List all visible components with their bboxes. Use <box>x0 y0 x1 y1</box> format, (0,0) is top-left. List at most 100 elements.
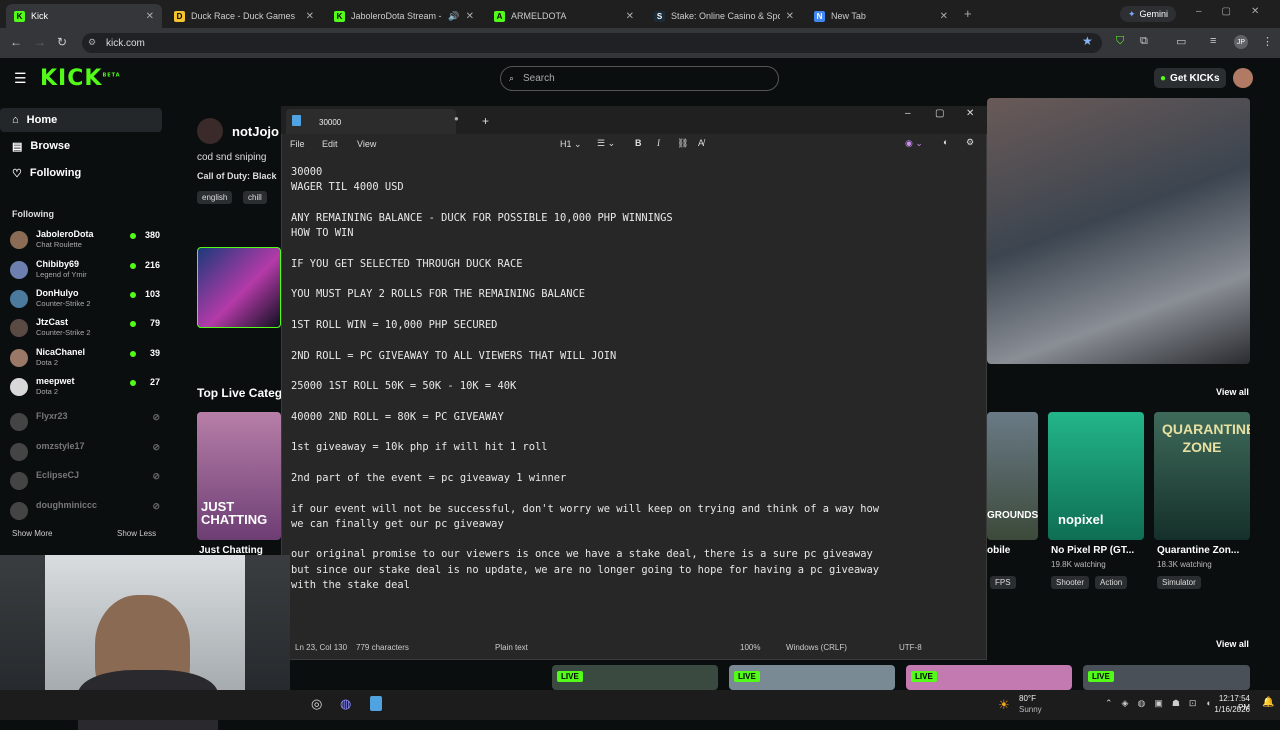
following-item[interactable]: JtzCast Counter-Strike 2 79 <box>10 317 160 345</box>
maximize-icon[interactable]: ▢ <box>935 108 944 119</box>
close-icon[interactable]: ✕ <box>940 11 948 22</box>
tag-badge[interactable]: chill <box>243 191 267 204</box>
close-icon[interactable]: ✕ <box>626 11 634 22</box>
notepad-tab[interactable] <box>286 109 456 134</box>
notepad-taskbar-icon[interactable] <box>370 696 382 711</box>
stream-thumbnail[interactable]: LIVE <box>552 665 718 690</box>
tag-badge[interactable]: english <box>197 191 233 204</box>
sidebar-item-home[interactable]: ⌂ Home <box>0 108 162 132</box>
sidebar-item-following[interactable]: ♡ Following <box>0 163 170 183</box>
extensions-icon[interactable]: ⧉ <box>1140 35 1148 48</box>
tag-badge[interactable]: Action <box>1095 576 1128 589</box>
chrome-taskbar-icon[interactable]: ◎ <box>311 696 322 712</box>
minimize-icon[interactable]: – <box>905 108 911 119</box>
search-input[interactable]: ⌕ Search <box>500 66 779 91</box>
stream-thumbnail[interactable]: LIVE <box>729 665 895 690</box>
account-icon[interactable]: ◐ <box>943 137 948 147</box>
category-name[interactable]: obile <box>987 545 1010 556</box>
close-icon[interactable]: ✕ <box>466 11 474 22</box>
following-item[interactable]: DonHulyo Counter-Strike 2 103 <box>10 288 160 316</box>
menu-edit[interactable]: Edit <box>322 139 338 149</box>
category-name[interactable]: No Pixel RP (GT... <box>1051 545 1134 556</box>
profile-avatar[interactable]: JP <box>1234 35 1248 49</box>
unsaved-dot-icon[interactable]: ● <box>454 114 459 123</box>
reload-icon[interactable]: ↻ <box>57 35 67 49</box>
list-icon[interactable]: ☰ ⌄ <box>597 138 615 149</box>
following-item[interactable]: JaboleroDota Chat Roulette 380 <box>10 229 160 257</box>
category-cover[interactable]: nopixel <box>1048 412 1144 540</box>
close-icon[interactable]: ✕ <box>966 108 974 119</box>
close-icon[interactable]: ✕ <box>786 11 794 22</box>
user-avatar[interactable] <box>1233 68 1253 88</box>
following-item[interactable]: Flyxr23 ⊘ <box>10 411 160 439</box>
category-cover[interactable]: QUARANTINE ZONE <box>1154 412 1250 540</box>
view-all-button[interactable]: View all <box>1216 639 1249 649</box>
text-format[interactable]: Plain text <box>495 643 528 652</box>
line-ending[interactable]: Windows (CRLF) <box>786 643 847 652</box>
bookmark-star-icon[interactable]: ★ <box>1082 34 1093 48</box>
following-item[interactable]: meepwet Dota 2 27 <box>10 376 160 404</box>
tag-badge[interactable]: Simulator <box>1157 576 1201 589</box>
view-all-button[interactable]: View all <box>1216 387 1249 397</box>
tag-badge[interactable]: Shooter <box>1051 576 1090 589</box>
heading-dropdown[interactable]: H1 ⌄ <box>560 139 582 150</box>
following-item[interactable]: Chibiby69 Legend of Ymir 216 <box>10 259 160 287</box>
tab-kick[interactable]: K Kick ✕ <box>6 4 162 28</box>
category-cover[interactable]: JUST CHATTING <box>197 412 281 540</box>
following-item[interactable]: omzstyle17 ⊘ <box>10 441 160 469</box>
window-controls[interactable]: –▢✕ <box>1196 6 1279 17</box>
settings-gear-icon[interactable]: ⚙ <box>966 137 974 148</box>
category-cover[interactable]: GROUNDS <box>987 412 1038 540</box>
clear-formatting-icon[interactable]: A̸ <box>698 138 704 148</box>
cast-icon[interactable]: ▭ <box>1176 35 1186 48</box>
speaker-icon[interactable]: 🔊 <box>448 11 459 22</box>
close-icon[interactable]: ✕ <box>306 11 314 22</box>
notepad-text-editor[interactable]: 30000 WAGER TIL 4000 USD ANY REMAINING BA… <box>291 165 983 593</box>
featured-stream-video[interactable] <box>987 98 1250 364</box>
new-tab-icon[interactable]: + <box>482 114 489 128</box>
encoding[interactable]: UTF-8 <box>899 643 922 652</box>
clock-date[interactable]: 1/16/2026 <box>1207 705 1250 714</box>
sidebar-item-browse[interactable]: ▤ Browse <box>0 136 170 156</box>
menu-icon[interactable]: ⋮ <box>1262 35 1273 48</box>
bold-icon[interactable]: B <box>635 138 642 148</box>
featured-category[interactable]: Call of Duty: Black <box>197 171 277 181</box>
site-info-icon[interactable]: ⚙ <box>88 37 96 48</box>
zoom-level[interactable]: 100% <box>740 643 760 652</box>
tab-jabolero[interactable]: K JaboleroDota Stream - Wat 🔊 ✕ <box>326 4 482 28</box>
hamburger-menu-icon[interactable]: ☰ <box>14 70 27 87</box>
italic-icon[interactable]: I <box>657 138 660 148</box>
url-field[interactable]: kick.com <box>82 33 1102 53</box>
new-tab-icon[interactable]: + <box>964 6 972 21</box>
kick-logo[interactable]: KICKBETA <box>40 66 121 91</box>
discord-taskbar-icon[interactable]: ◍ <box>340 696 351 712</box>
close-icon[interactable]: ✕ <box>146 11 154 22</box>
forward-icon[interactable]: → <box>34 35 46 49</box>
menu-view[interactable]: View <box>357 139 376 149</box>
tab-new-tab[interactable]: N New Tab ✕ <box>806 4 956 28</box>
copilot-icon[interactable]: ◉ ⌄ <box>905 138 923 149</box>
featured-channel-name[interactable]: notJojo <box>232 124 279 139</box>
following-item[interactable]: EclipseCJ ⊘ <box>10 470 160 498</box>
tab-stake[interactable]: S Stake: Online Casino & Sports ✕ <box>646 4 802 28</box>
back-icon[interactable]: ← <box>10 35 22 49</box>
system-tray-icons[interactable]: ⌃◈◍▣☗⊡◖ <box>1105 698 1220 709</box>
tab-armeldota[interactable]: A ARMELDOTA ✕ <box>486 4 642 28</box>
following-item[interactable]: NicaChanel Dota 2 39 <box>10 347 160 375</box>
avatar[interactable] <box>197 118 223 144</box>
media-icon[interactable]: ≡ <box>1210 35 1216 47</box>
tag-badge[interactable]: FPS <box>990 576 1016 589</box>
get-kicks-button[interactable]: ● Get KICKs <box>1154 68 1226 88</box>
stream-thumbnail[interactable] <box>197 247 281 328</box>
show-more-button[interactable]: Show More <box>12 529 52 538</box>
extension-shield-icon[interactable]: ⛉ <box>1116 35 1124 48</box>
show-less-button[interactable]: Show Less <box>117 529 156 538</box>
link-icon[interactable]: ⛓ <box>677 138 688 149</box>
tab-duck-race[interactable]: D Duck Race - Duck Games ✕ <box>166 4 322 28</box>
category-name[interactable]: Quarantine Zon... <box>1157 545 1239 556</box>
menu-file[interactable]: File <box>290 139 305 149</box>
following-item[interactable]: doughminiccc ⊘ <box>10 500 160 528</box>
notifications-bell-icon[interactable]: 🔔 <box>1262 697 1274 708</box>
stream-thumbnail[interactable]: LIVE <box>906 665 1072 690</box>
stream-thumbnail[interactable]: LIVE <box>1083 665 1250 690</box>
